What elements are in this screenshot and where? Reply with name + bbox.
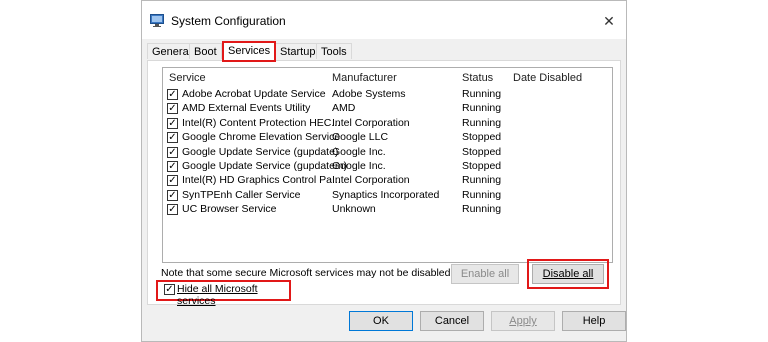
service-name: Adobe Acrobat Update Service [182,88,326,100]
note-text: Note that some secure Microsoft services… [161,267,454,279]
enable-all-button[interactable]: Enable all [451,264,519,284]
service-name: Intel(R) Content Protection HEC... [182,116,341,129]
service-checkbox[interactable]: ✓ [167,146,178,158]
service-checkbox[interactable]: ✓ [167,132,178,144]
tab-boot[interactable]: Boot [189,43,222,59]
service-status: Stopped [462,160,502,172]
apply-label: Apply [509,315,537,327]
service-manufacturer: Adobe Systems [332,88,406,100]
title-bar[interactable]: System Configuration ✕ [142,1,626,39]
service-name: Google Update Service (gupdate) [182,145,339,158]
ok-button[interactable]: OK [349,311,413,331]
service-name: AMD External Events Utility [182,102,311,115]
column-header-manufacturer[interactable]: Manufacturer [332,72,397,84]
enable-all-label: Enable all [460,268,510,280]
service-name: UC Browser Service [182,203,277,216]
table-row[interactable]: ✓ Intel(R) Content Protection HEC... Intel… [167,117,607,131]
service-manufacturer: Intel Corporation [332,116,410,129]
service-status: Running [462,116,502,129]
service-checkbox[interactable]: ✓ [167,204,178,216]
table-row[interactable]: ✓ SynTPEnh Caller Service Synaptics Incorp… [167,189,607,203]
help-button[interactable]: Help [562,311,626,331]
service-checkbox[interactable]: ✓ [167,103,178,115]
column-header-date-disabled[interactable]: Date Disabled [513,72,582,84]
service-checkbox[interactable]: ✓ [167,161,178,172]
service-name: SynTPEnh Caller Service [182,188,301,201]
service-checkbox[interactable]: ✓ [167,189,178,201]
service-checkbox[interactable]: ✓ [167,175,178,187]
service-status: Stopped [462,145,502,158]
hide-ms-checkbox[interactable]: ✓ [164,284,175,295]
help-label: Help [582,315,606,327]
hide-ms-label: Hide all Microsoft services [177,283,258,307]
cancel-label: Cancel [434,315,470,327]
service-status: Running [462,188,502,201]
service-status: Running [462,102,502,115]
column-header-status[interactable]: Status [462,72,493,84]
service-manufacturer: Unknown [332,203,376,216]
tab-services[interactable]: Services [222,41,276,62]
table-row[interactable]: ✓ Google Update Service (gupdatem) Google … [167,160,607,174]
table-row[interactable]: ✓ Intel(R) HD Graphics Control Pa... Intel… [167,174,607,188]
table-row[interactable]: ✓ Adobe Acrobat Update Service Adobe Syste… [167,88,607,102]
service-manufacturer: Google Inc. [332,160,386,172]
table-row[interactable]: ✓ Google Chrome Elevation Service Google L… [167,131,607,145]
service-manufacturer: AMD [332,102,356,115]
tab-startup[interactable]: Startup [275,43,321,59]
close-icon[interactable]: ✕ [592,7,626,35]
table-row[interactable]: ✓ UC Browser Service Unknown Running [167,203,607,217]
service-status: Running [462,203,502,216]
cancel-button[interactable]: Cancel [420,311,484,331]
service-checkbox[interactable]: ✓ [167,89,178,100]
service-name: Google Chrome Elevation Service [182,131,341,144]
service-name: Google Update Service (gupdatem) [182,160,348,172]
service-status: Stopped [462,131,502,144]
tab-tools[interactable]: Tools [316,43,352,59]
service-manufacturer: Google LLC [332,131,389,144]
system-configuration-icon [150,14,164,27]
table-row[interactable]: ✓ Google Update Service (gupdate) Google I… [167,146,607,160]
service-manufacturer: Google Inc. [332,145,386,158]
table-row[interactable]: ✓ AMD External Events Utility AMD Running [167,102,607,116]
hide-microsoft-services[interactable]: ✓ Hide all Microsoft services [160,281,290,307]
service-status: Running [462,174,502,187]
window-title: System Configuration [171,14,286,28]
ok-label: OK [373,315,389,327]
services-panel: Service Manufacturer Status Date Disable… [147,60,621,307]
system-configuration-window: System Configuration ✕ General Boot Serv… [141,0,627,342]
services-list[interactable]: Service Manufacturer Status Date Disable… [162,67,613,263]
column-header-service[interactable]: Service [169,72,206,84]
apply-button[interactable]: Apply [491,311,555,331]
service-name: Intel(R) HD Graphics Control Pa... [182,174,341,187]
disable-all-label: Disable all [542,268,594,280]
service-manufacturer: Intel Corporation [332,174,410,187]
service-checkbox[interactable]: ✓ [167,117,178,129]
service-status: Running [462,88,502,100]
disable-all-button[interactable]: Disable all [532,264,604,284]
service-manufacturer: Synaptics Incorporated [332,188,440,201]
